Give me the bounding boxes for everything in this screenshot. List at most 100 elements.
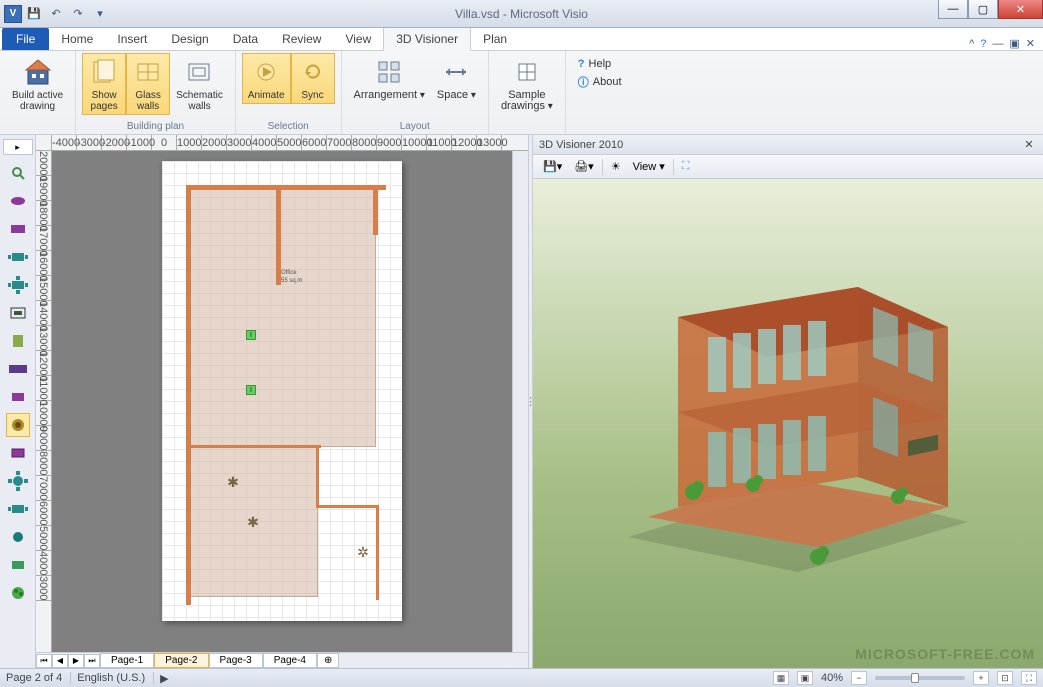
schematic-walls-button[interactable]: Schematic walls bbox=[170, 53, 229, 115]
page-tab-3[interactable]: Page-3 bbox=[209, 653, 263, 668]
drawing-area: -4000-3000-2000-100001000200030004000500… bbox=[36, 135, 528, 668]
save-icon[interactable]: 💾 bbox=[24, 4, 44, 24]
qat-dropdown-icon[interactable]: ▾ bbox=[90, 4, 110, 24]
page-tab-4[interactable]: Page-4 bbox=[263, 653, 317, 668]
page-prev-icon[interactable]: ◀ bbox=[52, 654, 68, 668]
window-close-icon[interactable]: ✕ bbox=[1026, 37, 1035, 50]
status-macro-icon[interactable]: ▶ bbox=[160, 672, 168, 685]
status-language[interactable]: English (U.S.) bbox=[77, 672, 154, 684]
app-icon[interactable]: V bbox=[4, 5, 22, 23]
help-icon[interactable]: ? bbox=[980, 38, 986, 50]
deco-plant-2[interactable]: ✱ bbox=[246, 515, 260, 529]
pages-icon bbox=[88, 56, 120, 88]
tab-home[interactable]: Home bbox=[49, 28, 105, 50]
sample-drawings-button[interactable]: Sample drawings ▾ bbox=[495, 53, 559, 115]
tab-view[interactable]: View bbox=[333, 28, 383, 50]
deco-plant-1[interactable]: ✱ bbox=[226, 475, 240, 489]
page-add-icon[interactable]: ⊕ bbox=[317, 653, 339, 668]
vertical-scrollbar[interactable] bbox=[512, 151, 528, 652]
window-restore-icon[interactable]: ▣ bbox=[1009, 37, 1019, 50]
page-next-icon[interactable]: ▶ bbox=[68, 654, 84, 668]
group-label-building-plan: Building plan bbox=[127, 119, 184, 132]
page-tab-2[interactable]: Page-2 bbox=[154, 653, 208, 668]
minimize-button[interactable]: — bbox=[938, 0, 968, 19]
vertical-ruler: 2000019000180001700016000150001400013000… bbox=[36, 151, 52, 652]
tab-insert[interactable]: Insert bbox=[105, 28, 159, 50]
deco-plant-3[interactable]: ✲ bbox=[356, 545, 370, 559]
zoom-out-icon[interactable]: − bbox=[851, 671, 867, 685]
ribbon-collapse-icon[interactable]: ^ bbox=[969, 38, 974, 50]
tab-plan[interactable]: Plan bbox=[471, 28, 519, 50]
shape-stencil-13[interactable] bbox=[6, 525, 30, 549]
tab-review[interactable]: Review bbox=[270, 28, 333, 50]
3d-panel-title: 3D Visioner 2010 bbox=[539, 139, 623, 151]
3d-fullscreen-icon[interactable]: ⛶ bbox=[678, 158, 694, 175]
page-last-icon[interactable]: ⏭ bbox=[84, 654, 100, 668]
show-pages-button[interactable]: Show pages bbox=[82, 53, 126, 115]
shape-stencil-8[interactable] bbox=[6, 385, 30, 409]
shape-stencil-11[interactable] bbox=[6, 469, 30, 493]
shapes-expand-icon[interactable]: ▸ bbox=[3, 139, 33, 155]
maximize-button[interactable]: ▢ bbox=[968, 0, 998, 19]
drawing-page[interactable]: Office 55 sq.m I I ✱ ✱ ✲ bbox=[162, 161, 402, 621]
shape-stencil-1[interactable] bbox=[6, 189, 30, 213]
shape-stencil-14[interactable] bbox=[6, 553, 30, 577]
shape-stencil-12[interactable] bbox=[6, 497, 30, 521]
sync-label: Sync bbox=[301, 90, 323, 101]
3d-light-icon[interactable]: ☀ bbox=[607, 158, 625, 175]
animate-button[interactable]: Animate bbox=[242, 53, 291, 104]
shape-stencil-15[interactable] bbox=[6, 581, 30, 605]
shapes-panel: ▸ bbox=[0, 135, 36, 668]
glass-walls-label: Glass walls bbox=[135, 90, 161, 112]
tab-3d-visioner[interactable]: 3D Visioner bbox=[383, 27, 471, 51]
3d-panel-close-icon[interactable]: ✕ bbox=[1021, 138, 1037, 151]
window-minimize-icon[interactable]: — bbox=[992, 38, 1003, 50]
zoom-in-icon[interactable]: + bbox=[973, 671, 989, 685]
shape-stencil-9[interactable] bbox=[6, 413, 30, 437]
view-normal-icon[interactable]: ▦ bbox=[773, 671, 789, 685]
tab-data[interactable]: Data bbox=[221, 28, 270, 50]
3d-print-icon[interactable]: 🖨▾ bbox=[570, 158, 598, 175]
window-controls: — ▢ ✕ bbox=[938, 0, 1043, 19]
about-button[interactable]: ⓘAbout bbox=[574, 73, 626, 91]
zoom-slider[interactable] bbox=[875, 676, 965, 680]
page-tabs-bar: ⏮ ◀ ▶ ⏭ Page-1 Page-2 Page-3 Page-4 ⊕ bbox=[36, 652, 528, 668]
3d-viewport[interactable]: MICROSOFT-FREE.COM bbox=[533, 179, 1043, 668]
view-full-icon[interactable]: ▣ bbox=[797, 671, 813, 685]
shape-stencil-3[interactable] bbox=[6, 245, 30, 269]
arrangement-button[interactable]: Arrangement ▾ bbox=[348, 53, 431, 104]
page-tab-1[interactable]: Page-1 bbox=[100, 653, 154, 668]
file-tab[interactable]: File bbox=[2, 28, 49, 50]
3d-view-button[interactable]: View ▾ bbox=[629, 158, 669, 175]
zoom-value[interactable]: 40% bbox=[821, 672, 843, 684]
redo-icon[interactable]: ↷ bbox=[68, 4, 88, 24]
tab-design[interactable]: Design bbox=[159, 28, 220, 50]
shape-stencil-2[interactable] bbox=[6, 217, 30, 241]
close-button[interactable]: ✕ bbox=[998, 0, 1043, 19]
glass-walls-button[interactable]: Glass walls bbox=[126, 53, 170, 115]
shape-stencil-5[interactable] bbox=[6, 301, 30, 325]
sync-icon bbox=[297, 56, 329, 88]
space-label: Space ▾ bbox=[437, 90, 476, 101]
build-active-drawing-button[interactable]: Build active drawing bbox=[6, 53, 69, 115]
shape-search-icon[interactable] bbox=[6, 161, 30, 185]
page-first-icon[interactable]: ⏮ bbox=[36, 654, 52, 668]
shape-stencil-4[interactable] bbox=[6, 273, 30, 297]
undo-icon[interactable]: ↶ bbox=[46, 4, 66, 24]
shape-stencil-6[interactable] bbox=[6, 329, 30, 353]
shape-stencil-10[interactable] bbox=[6, 441, 30, 465]
3d-save-icon[interactable]: 💾▾ bbox=[539, 158, 566, 175]
shape-stencil-7[interactable] bbox=[6, 357, 30, 381]
glass-walls-icon bbox=[132, 56, 164, 88]
fit-page-icon[interactable]: ⊡ bbox=[997, 671, 1013, 685]
marker-1[interactable]: I bbox=[246, 330, 256, 340]
ribbon-group-help: ?Help ⓘAbout bbox=[566, 51, 634, 134]
drawing-canvas[interactable]: Office 55 sq.m I I ✱ ✱ ✲ bbox=[52, 151, 512, 652]
fullscreen-icon[interactable]: ⛶ bbox=[1021, 671, 1037, 685]
help-button[interactable]: ?Help bbox=[574, 57, 626, 71]
ribbon-group-selection: Animate Sync Selection bbox=[236, 51, 342, 134]
space-button[interactable]: Space ▾ bbox=[431, 53, 482, 104]
marker-2[interactable]: I bbox=[246, 385, 256, 395]
sync-button[interactable]: Sync bbox=[291, 53, 335, 104]
status-page: Page 2 of 4 bbox=[6, 672, 71, 684]
